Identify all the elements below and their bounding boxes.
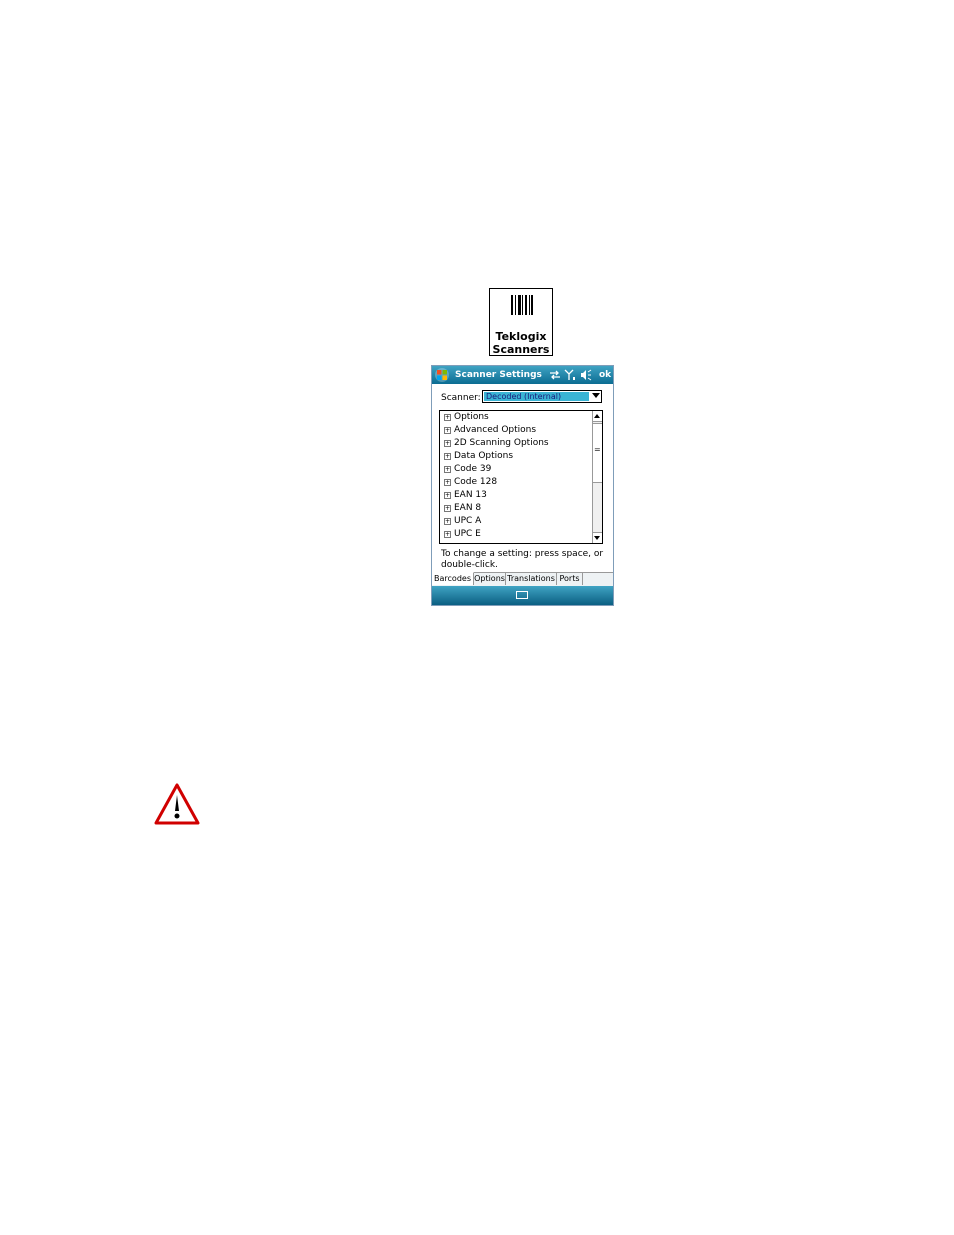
chevron-down-icon[interactable]	[592, 393, 600, 398]
scanner-label: Scanner:	[441, 393, 481, 403]
barcode-settings-tree[interactable]: + Options + Advanced Options + 2D Scanni…	[439, 410, 603, 544]
expand-icon[interactable]: +	[444, 466, 451, 473]
soft-key-bar	[432, 586, 613, 605]
expand-icon[interactable]: +	[444, 479, 451, 486]
expand-icon[interactable]: +	[444, 518, 451, 525]
tree-item-label: EAN 13	[454, 490, 487, 500]
scanner-settings-screen: Scanner Settings ok Scanner: Decoded (In…	[431, 365, 614, 606]
keyboard-icon[interactable]	[516, 591, 528, 599]
tree-item-label: Data Options	[454, 451, 514, 461]
tree-item-label: Code 128	[454, 477, 498, 487]
expand-icon[interactable]: +	[444, 453, 451, 460]
sync-arrows-icon[interactable]	[549, 369, 561, 381]
expand-icon[interactable]: +	[444, 492, 451, 499]
tree-item-label: Options	[454, 412, 489, 422]
teklogix-scanners-app-icon[interactable]: Teklogix Scanners	[489, 288, 553, 356]
scroll-up-icon[interactable]	[593, 411, 602, 422]
title-bar: Scanner Settings ok	[432, 366, 613, 384]
change-setting-hint: To change a setting: press space, or dou…	[441, 549, 604, 570]
scanner-dropdown-value: Decoded (Internal)	[484, 392, 589, 401]
antenna-signal-icon[interactable]	[564, 369, 576, 381]
app-icon-label-line2: Scanners	[492, 343, 550, 356]
barcode-icon	[511, 295, 533, 315]
expand-icon[interactable]: +	[444, 414, 451, 421]
warning-triangle-icon	[154, 783, 200, 825]
expand-icon[interactable]: +	[444, 427, 451, 434]
tree-scrollbar[interactable]	[592, 411, 602, 543]
scanner-dropdown[interactable]: Decoded (Internal)	[482, 390, 602, 403]
scroll-down-icon[interactable]	[593, 532, 602, 543]
tree-item-label: EAN 8	[454, 503, 482, 513]
scroll-thumb[interactable]	[593, 423, 602, 483]
expand-icon[interactable]: +	[444, 440, 451, 447]
tab-bar: Barcodes Options Translations Ports	[432, 572, 613, 586]
tree-item-label: Code 39	[454, 464, 492, 474]
windows-flag-icon[interactable]	[435, 368, 449, 382]
expand-icon[interactable]: +	[444, 505, 451, 512]
window-title: Scanner Settings	[455, 370, 542, 380]
app-icon-label-line1: Teklogix	[495, 330, 547, 343]
tab-barcodes[interactable]: Barcodes	[432, 572, 474, 585]
speaker-volume-icon[interactable]	[580, 369, 592, 381]
tab-translations[interactable]: Translations	[506, 573, 557, 585]
tab-options[interactable]: Options	[474, 573, 506, 585]
tree-item-label: 2D Scanning Options	[454, 438, 549, 448]
ok-button[interactable]: ok	[599, 369, 611, 381]
tree-item-label: UPC A	[454, 516, 482, 526]
expand-icon[interactable]: +	[444, 531, 451, 538]
tree-item-label: Advanced Options	[454, 425, 537, 435]
tree-item-label: UPC E	[454, 529, 481, 539]
tab-ports[interactable]: Ports	[557, 573, 583, 585]
